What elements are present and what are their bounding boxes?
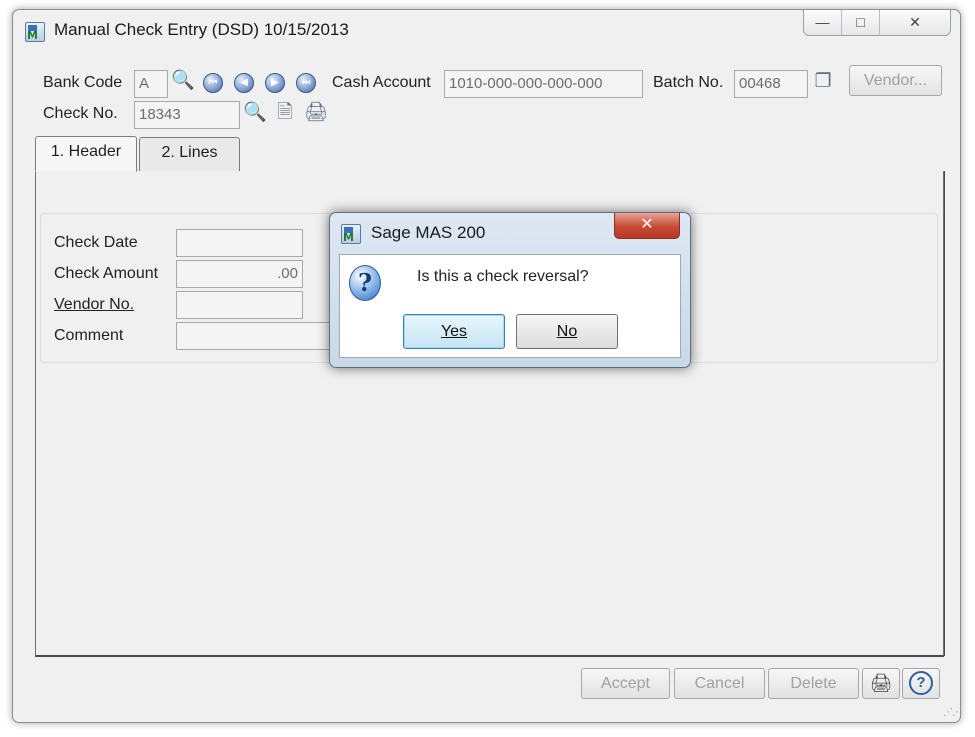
print-icon: 🖨 <box>869 673 893 693</box>
check-amount-label: Check Amount <box>54 265 159 282</box>
last-record-icon[interactable]: ⏭ <box>296 73 316 93</box>
vendor-no-label[interactable]: Vendor No. <box>54 296 134 314</box>
check-reversal-dialog: M Sage MAS 200 ✕ ? Is this a check rever… <box>329 212 691 368</box>
search-icon[interactable]: 🔍 <box>242 101 268 125</box>
cancel-button[interactable]: Cancel <box>674 668 765 699</box>
next-number-icon[interactable]: 🗎 <box>272 101 298 125</box>
check-date-field[interactable] <box>176 229 303 257</box>
comment-label: Comment <box>54 327 124 344</box>
cash-account-field[interactable]: 1010-000-000-000-000 <box>444 70 643 98</box>
app-icon: M <box>341 224 361 244</box>
maximize-button[interactable]: □ <box>842 10 880 35</box>
search-icon[interactable]: 🔍 <box>170 69 196 93</box>
dialog-body: ? Is this a check reversal? Yes No <box>339 254 681 358</box>
tab-header[interactable]: 1. Header <box>35 136 137 172</box>
minimize-button[interactable]: — <box>804 10 842 35</box>
tab-lines[interactable]: 2. Lines <box>139 137 240 171</box>
yes-button[interactable]: Yes <box>403 314 505 349</box>
window-title: Manual Check Entry (DSD) 10/15/2013 <box>54 20 349 39</box>
next-record-icon[interactable]: ▶ <box>265 73 285 93</box>
accept-button[interactable]: Accept <box>581 668 670 699</box>
check-amount-field[interactable]: .00 <box>176 260 303 288</box>
dialog-title: Sage MAS 200 <box>371 223 486 242</box>
batch-no-field[interactable]: 00468 <box>734 70 808 98</box>
caption-buttons: — □ ✕ <box>803 10 951 36</box>
bank-code-field[interactable]: A <box>134 70 168 98</box>
app-icon: M <box>25 22 45 42</box>
question-icon: ? <box>349 265 381 301</box>
close-button[interactable]: ✕ <box>880 10 950 35</box>
bank-code-label: Bank Code <box>43 74 123 91</box>
dialog-close-button[interactable]: ✕ <box>614 213 680 239</box>
vendor-button[interactable]: Vendor... <box>849 65 942 96</box>
check-no-label: Check No. <box>43 105 118 122</box>
check-date-label: Check Date <box>54 234 138 251</box>
close-icon: ✕ <box>640 216 654 233</box>
help-icon: ? <box>909 671 933 695</box>
batch-icon[interactable]: ❐ <box>810 70 836 94</box>
first-record-icon[interactable]: ⏮ <box>203 73 223 93</box>
batch-no-label: Batch No. <box>653 74 724 91</box>
vendor-no-field[interactable] <box>176 291 303 319</box>
print-button[interactable]: 🖨 <box>862 668 900 699</box>
dialog-message: Is this a check reversal? <box>417 268 589 285</box>
print-icon[interactable]: 🖨 <box>303 101 329 125</box>
delete-button[interactable]: Delete <box>768 668 859 699</box>
comment-field[interactable] <box>176 322 336 350</box>
title-bar[interactable]: M Manual Check Entry (DSD) 10/15/2013 — … <box>13 10 960 50</box>
previous-record-icon[interactable]: ◀ <box>234 73 254 93</box>
cash-account-label: Cash Account <box>332 74 431 91</box>
resize-grip[interactable]: ⋰⋰ <box>943 708 962 722</box>
help-button[interactable]: ? <box>902 668 940 699</box>
no-button[interactable]: No <box>516 314 618 349</box>
check-no-field[interactable]: 18343 <box>134 101 240 129</box>
